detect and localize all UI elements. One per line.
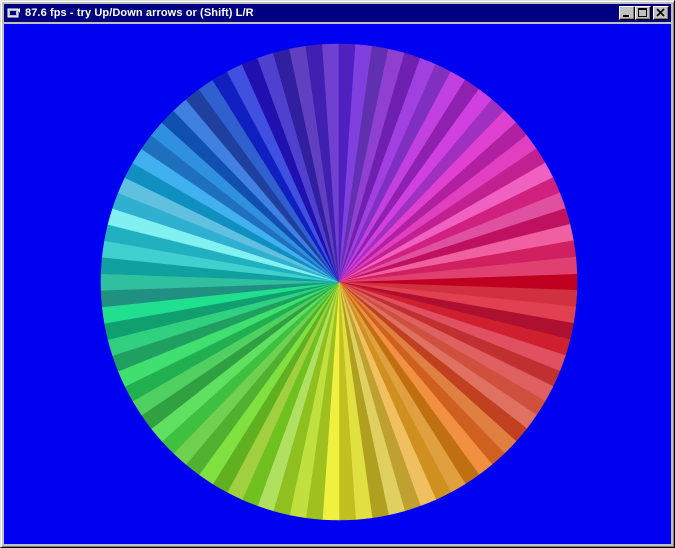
render-canvas[interactable] bbox=[4, 24, 671, 544]
title-bar[interactable]: 87.6 fps - try Up/Down arrows or (Shift)… bbox=[4, 4, 671, 22]
close-button[interactable] bbox=[653, 6, 669, 20]
application-window: 87.6 fps - try Up/Down arrows or (Shift)… bbox=[0, 0, 675, 548]
app-icon[interactable] bbox=[6, 6, 22, 20]
close-icon bbox=[656, 8, 665, 17]
title-bar-buttons bbox=[619, 6, 669, 20]
minimize-button[interactable] bbox=[619, 6, 635, 20]
maximize-button[interactable] bbox=[635, 6, 651, 20]
color-wheel bbox=[100, 43, 578, 521]
window-title: 87.6 fps - try Up/Down arrows or (Shift)… bbox=[25, 7, 254, 19]
maximize-icon bbox=[638, 8, 647, 17]
minimize-icon bbox=[623, 15, 629, 17]
